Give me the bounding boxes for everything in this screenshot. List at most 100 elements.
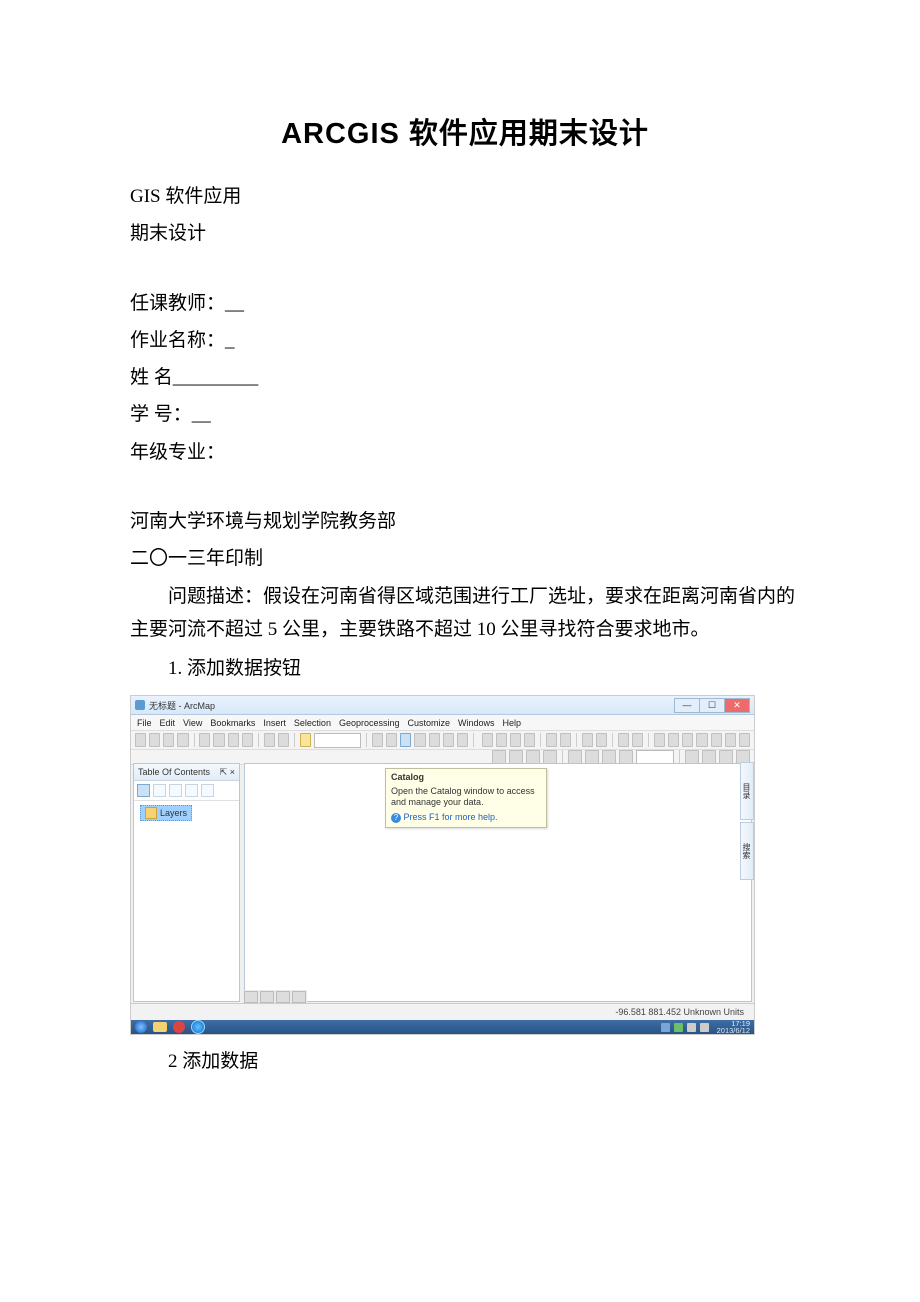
cut-icon[interactable] (199, 733, 210, 747)
forward-icon[interactable] (596, 733, 607, 747)
menu-customize[interactable]: Customize (408, 718, 451, 728)
department: 河南大学环境与规划学院教务部 (130, 505, 800, 538)
grade-field: 年级专业： (130, 436, 800, 469)
search-tool-icon[interactable] (414, 733, 425, 747)
maximize-button[interactable]: ☐ (699, 698, 725, 713)
save-icon[interactable] (163, 733, 174, 747)
coordinates-readout: -96.581 881.452 Unknown Units (615, 1007, 744, 1017)
pan-icon[interactable] (510, 733, 521, 747)
right-tab-catalog[interactable]: 目录 (740, 762, 754, 820)
menu-edit[interactable]: Edit (160, 718, 176, 728)
toc-root-layers[interactable]: Layers (140, 805, 192, 821)
print-icon[interactable] (177, 733, 188, 747)
viewer-icon[interactable] (739, 733, 750, 747)
explorer-icon[interactable] (153, 1022, 167, 1032)
course-name: GIS 软件应用 (130, 180, 800, 213)
list-by-selection-icon[interactable] (185, 784, 198, 797)
id-field: 学 号：__ (130, 398, 800, 431)
fixedzoomin-icon[interactable] (546, 733, 557, 747)
undo-icon[interactable] (264, 733, 275, 747)
zoomin-icon[interactable] (482, 733, 493, 747)
menu-help[interactable]: Help (503, 718, 522, 728)
arcmap-taskbar-icon[interactable] (191, 1020, 205, 1034)
fullextent-icon[interactable] (524, 733, 535, 747)
findroute-icon[interactable] (696, 733, 707, 747)
python-icon[interactable] (429, 733, 440, 747)
pause-draw-button[interactable] (292, 991, 306, 1003)
find-icon[interactable] (682, 733, 693, 747)
minimize-button[interactable]: — (674, 698, 700, 713)
list-by-source-icon[interactable] (153, 784, 166, 797)
add-data-icon[interactable] (300, 733, 311, 747)
arcmap-screenshot: wendangku 无标题 - ArcMap — ☐ ✕ File Edit V… (130, 695, 755, 1035)
back-icon[interactable] (582, 733, 593, 747)
identify-icon[interactable] (654, 733, 665, 747)
refresh-button[interactable] (276, 991, 290, 1003)
taskbar: 17:19 2013/6/12 (131, 1020, 754, 1034)
right-tab-search[interactable]: 搜索 (740, 822, 754, 880)
clear-icon[interactable] (632, 733, 643, 747)
toc-close-icon[interactable]: × (230, 767, 235, 777)
select-icon[interactable] (618, 733, 629, 747)
layers-icon (145, 807, 157, 819)
tray-icon[interactable] (687, 1023, 696, 1032)
zoomout-icon[interactable] (496, 733, 507, 747)
copy-icon[interactable] (213, 733, 224, 747)
data-view-button[interactable] (244, 991, 258, 1003)
menu-selection[interactable]: Selection (294, 718, 331, 728)
menu-bookmarks[interactable]: Bookmarks (210, 718, 255, 728)
extra-icon[interactable] (443, 733, 454, 747)
new-icon[interactable] (135, 733, 146, 747)
redo-icon[interactable] (278, 733, 289, 747)
assignment-field: 作业名称：_ (130, 324, 800, 357)
subtitle: 期末设计 (130, 217, 800, 250)
delete-icon[interactable] (242, 733, 253, 747)
menu-file[interactable]: File (137, 718, 152, 728)
measure-icon[interactable] (668, 733, 679, 747)
open-icon[interactable] (149, 733, 160, 747)
fixedzoomout-icon[interactable] (560, 733, 571, 747)
toc-pin-icon[interactable]: ⇱ (220, 767, 228, 777)
menu-bar: File Edit View Bookmarks Insert Selectio… (131, 715, 754, 731)
taskbar-app-icon[interactable] (173, 1021, 185, 1033)
tooltip-title: Catalog (391, 772, 541, 784)
toc-root-label: Layers (160, 808, 187, 818)
tray-icon[interactable] (661, 1023, 670, 1032)
catalog-icon[interactable] (400, 733, 411, 747)
window-titlebar: 无标题 - ArcMap — ☐ ✕ (131, 696, 754, 715)
problem-description: 问题描述：假设在河南省得区域范围进行工厂选址，要求在距离河南省内的主要河流不超过… (130, 581, 800, 646)
teacher-field: 任课教师：__ (130, 287, 800, 320)
taskbar-date: 2013/6/12 (717, 1026, 750, 1035)
name-field: 姓 名_________ (130, 361, 800, 394)
menu-view[interactable]: View (183, 718, 202, 728)
step-1-label: 1. 添加数据按钮 (130, 652, 800, 685)
extra-icon[interactable] (457, 733, 468, 747)
goto-icon[interactable] (711, 733, 722, 747)
menu-insert[interactable]: Insert (263, 718, 286, 728)
toc-title: Table Of Contents (138, 767, 210, 777)
layout-view-button[interactable] (260, 991, 274, 1003)
map-canvas[interactable]: Catalog Open the Catalog window to acces… (244, 763, 752, 1002)
tooltip-help: Press F1 for more help. (404, 812, 498, 822)
status-bar: -96.581 881.452 Unknown Units (131, 1003, 754, 1020)
paste-icon[interactable] (228, 733, 239, 747)
step-2-label: 2 添加数据 (130, 1045, 800, 1078)
toolbox-icon[interactable] (386, 733, 397, 747)
close-button[interactable]: ✕ (724, 698, 750, 713)
scale-combo[interactable] (314, 733, 362, 748)
time-icon[interactable] (725, 733, 736, 747)
tray-icon[interactable] (674, 1023, 683, 1032)
tray-icon[interactable] (700, 1023, 709, 1032)
menu-windows[interactable]: Windows (458, 718, 495, 728)
list-by-drawing-icon[interactable] (137, 784, 150, 797)
editor-icon[interactable] (372, 733, 383, 747)
tooltip-body: Open the Catalog window to access and ma… (391, 786, 541, 809)
options-icon[interactable] (201, 784, 214, 797)
start-button[interactable] (135, 1021, 147, 1033)
print-year: 二〇一三年印制 (130, 542, 800, 575)
list-by-visibility-icon[interactable] (169, 784, 182, 797)
toc-panel: Table Of Contents ⇱ × (133, 763, 240, 1002)
window-title: 无标题 - ArcMap (149, 699, 215, 712)
menu-geoprocessing[interactable]: Geoprocessing (339, 718, 400, 728)
catalog-tooltip: Catalog Open the Catalog window to acces… (385, 768, 547, 828)
